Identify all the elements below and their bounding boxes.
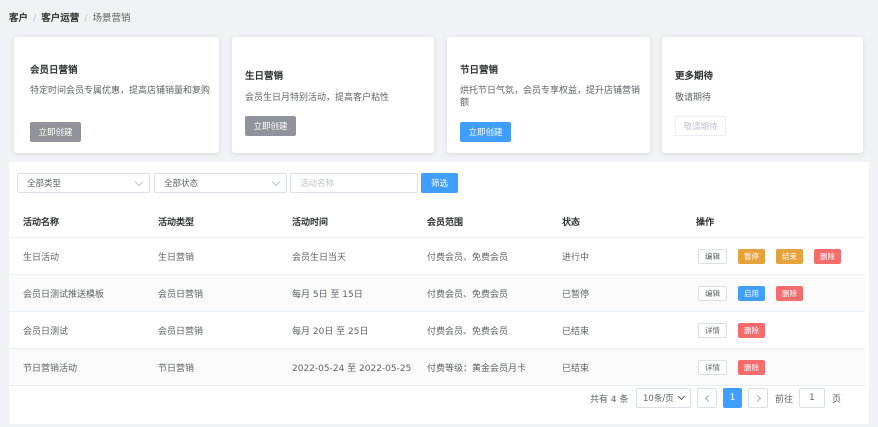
edit-button[interactable]: 编辑: [698, 285, 727, 301]
row-actions: 编辑 暂停 结束 删除: [698, 238, 852, 274]
row-actions: 编辑 启用 删除: [698, 275, 814, 311]
card-festival: 节日营销 烘托节日气氛，会员专享权益，提升店铺营销额 立即创建: [447, 37, 650, 153]
cell-name: 节日营销活动: [23, 363, 78, 374]
breadcrumb-separator: /: [84, 13, 88, 24]
breadcrumb-item-operation[interactable]: 客户运营: [41, 13, 79, 24]
breadcrumb: 客户 / 客户运营 / 场景营销: [9, 10, 130, 24]
chevron-down-icon: [677, 392, 686, 401]
status-select[interactable]: 全部状态: [154, 173, 287, 193]
end-button[interactable]: 结束: [776, 248, 803, 264]
card-birthday: 生日营销 会员生日月特别活动，提高客户粘性 立即创建: [232, 37, 434, 153]
cell-name: 生日活动: [23, 252, 60, 263]
delete-button[interactable]: 删除: [776, 285, 803, 301]
page-size-value: 10条/页: [643, 394, 674, 404]
detail-button[interactable]: 详情: [698, 359, 727, 375]
header-name: 活动名称: [23, 218, 60, 228]
table-row: 生日活动 生日营销 会员生日当天 付费会员、免费会员 进行中 编辑 暂停 结束 …: [9, 238, 865, 275]
page-suffix: 页: [832, 388, 841, 408]
cell-type: 节日营销: [158, 363, 195, 374]
cell-type: 会员日营销: [158, 289, 204, 300]
cell-time: 每月 20日 至 25日: [292, 326, 369, 337]
type-select-value: 全部类型: [27, 179, 62, 189]
card-title: 更多期待: [675, 71, 714, 82]
card-member-day: 会员日营销 特定时间会员专属优惠，提高店铺销量和复购 立即创建: [14, 37, 219, 153]
table-row: 会员日测试 会员日营销 每月 20日 至 25日 付费会员、免费会员 已结束 详…: [9, 312, 865, 349]
type-select[interactable]: 全部类型: [17, 173, 150, 193]
card-desc: 特定时间会员专属优惠，提高店铺销量和复购: [30, 86, 211, 96]
cell-scope: 付费会员、免费会员: [427, 252, 509, 263]
cell-scope: 付费会员、免费会员: [427, 289, 509, 300]
breadcrumb-separator: /: [33, 13, 37, 24]
table-row: 节日营销活动 节日营销 2022-05-24 至 2022-05-25 付费等级…: [9, 349, 865, 386]
row-actions: 详情 删除: [698, 349, 776, 385]
row-actions: 详情 删除: [698, 312, 776, 348]
page-1-button[interactable]: 1: [723, 388, 742, 408]
next-page-button[interactable]: [748, 388, 768, 408]
chevron-down-icon: [134, 177, 144, 187]
create-birthday-button[interactable]: 立即创建: [245, 116, 296, 136]
cell-scope: 付费会员、免费会员: [427, 326, 509, 337]
chevron-left-icon: [704, 394, 712, 402]
prev-page-button[interactable]: [697, 388, 717, 408]
header-type: 活动类型: [158, 218, 195, 228]
delete-button[interactable]: 删除: [814, 248, 841, 264]
cell-status: 已结束: [562, 363, 590, 374]
breadcrumb-item-customer[interactable]: 客户: [9, 13, 28, 24]
cell-scope: 付费等级：黄金会员月卡: [427, 363, 527, 374]
pagination: 共有 4 条: [590, 388, 628, 408]
pause-button[interactable]: 暂停: [738, 248, 765, 264]
breadcrumb-item-current: 场景营销: [92, 13, 131, 24]
cell-time: 2022-05-24 至 2022-05-25: [292, 363, 412, 374]
create-festival-button[interactable]: 立即创建: [460, 122, 511, 142]
goto-label-text: 前往: [775, 394, 794, 405]
delete-button[interactable]: 删除: [738, 322, 765, 338]
coming-soon-button: 敬请期待: [675, 116, 726, 136]
table-header: 活动名称 活动类型 活动时间 会员范围 状态 操作: [9, 206, 865, 238]
goto-page-input[interactable]: 1: [799, 388, 825, 408]
delete-button[interactable]: 删除: [738, 359, 765, 375]
create-member-day-button[interactable]: 立即创建: [30, 122, 81, 142]
header-scope: 会员范围: [427, 218, 464, 228]
card-title: 会员日营销: [30, 65, 78, 76]
card-desc: 烘托节日气氛，会员专享权益，提升店铺营销额: [460, 86, 641, 108]
cell-type: 生日营销: [158, 252, 195, 263]
cell-status: 进行中: [562, 252, 590, 263]
page-size-select[interactable]: 10条/页: [636, 388, 691, 408]
edit-button[interactable]: 编辑: [698, 248, 727, 264]
card-desc: 敬请期待: [675, 93, 712, 103]
header-time: 活动时间: [292, 218, 329, 228]
page-suffix-text: 页: [832, 394, 842, 405]
cell-status: 已暂停: [562, 289, 590, 300]
filter-button[interactable]: 筛选: [421, 173, 458, 193]
card-title: 生日营销: [245, 71, 284, 82]
table-row: 会员日测试推送模板 会员日营销 每月 5日 至 15日 付费会员、免费会员 已暂…: [9, 275, 865, 312]
pagination-total: 共有 4 条: [590, 394, 629, 405]
header-status: 状态: [562, 218, 581, 228]
cell-name: 会员日测试推送模板: [23, 289, 105, 300]
card-more: 更多期待 敬请期待 敬请期待: [662, 37, 863, 153]
chevron-right-icon: [753, 394, 761, 402]
cell-type: 会员日营销: [158, 326, 204, 337]
cell-name: 会员日测试: [23, 326, 69, 337]
cell-time: 每月 5日 至 15日: [292, 289, 363, 300]
activity-name-input[interactable]: 活动名称: [290, 173, 418, 193]
detail-button[interactable]: 详情: [698, 322, 727, 338]
header-actions: 操作: [696, 218, 715, 228]
cell-time: 会员生日当天: [292, 252, 347, 263]
enable-button[interactable]: 启用: [738, 285, 765, 301]
card-desc: 会员生日月特别活动，提高客户粘性: [245, 93, 390, 103]
card-title: 节日营销: [460, 65, 499, 76]
chevron-down-icon: [271, 177, 281, 187]
goto-label: 前往: [775, 388, 793, 408]
cell-status: 已结束: [562, 326, 590, 337]
status-select-value: 全部状态: [164, 179, 199, 189]
